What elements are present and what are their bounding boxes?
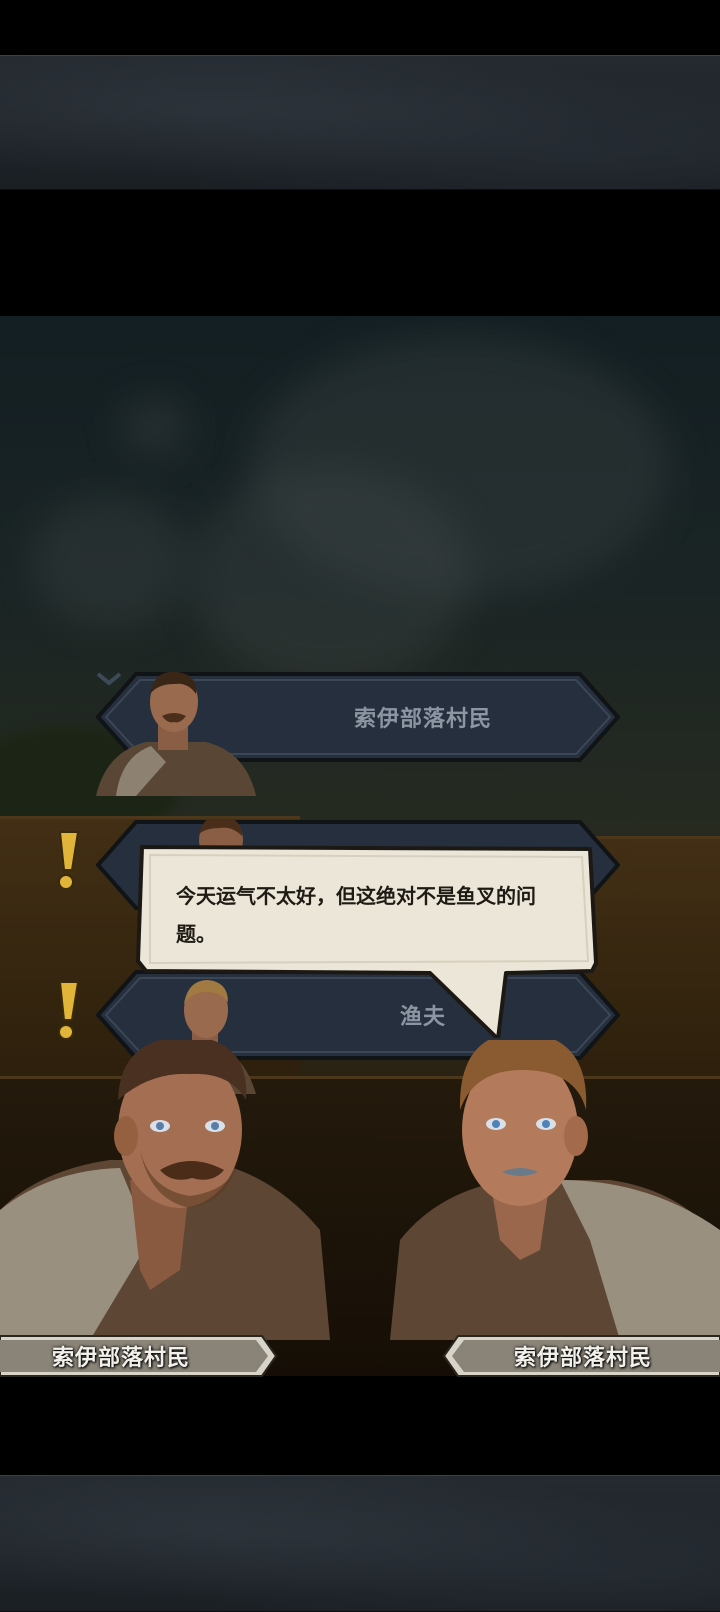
dialogue-bubble[interactable]: 今天运气不太好，但这绝对不是鱼叉的问题。	[136, 843, 600, 1041]
npc-name-label: 索伊部落村民	[353, 707, 492, 732]
right-speaker-tag: 索伊部落村民	[440, 1334, 720, 1378]
dialogue-text: 今天运气不太好，但这绝对不是鱼叉的问题。	[176, 884, 536, 946]
left-speaker-name: 索伊部落村民	[52, 1346, 191, 1371]
left-speaker-tag: 索伊部落村民	[0, 1334, 280, 1378]
npc-list-item[interactable]: 索伊部落村民	[96, 672, 620, 796]
left-speaker-portrait	[0, 1040, 330, 1340]
right-speaker-name: 索伊部落村民	[514, 1346, 653, 1371]
villager-portrait-icon	[96, 672, 256, 796]
alert-exclamation-icon	[58, 981, 80, 1040]
top-stone-bar	[0, 55, 720, 190]
alert-exclamation-icon	[58, 831, 80, 890]
bottom-stone-bar	[0, 1475, 720, 1612]
right-speaker-portrait	[390, 1040, 720, 1340]
